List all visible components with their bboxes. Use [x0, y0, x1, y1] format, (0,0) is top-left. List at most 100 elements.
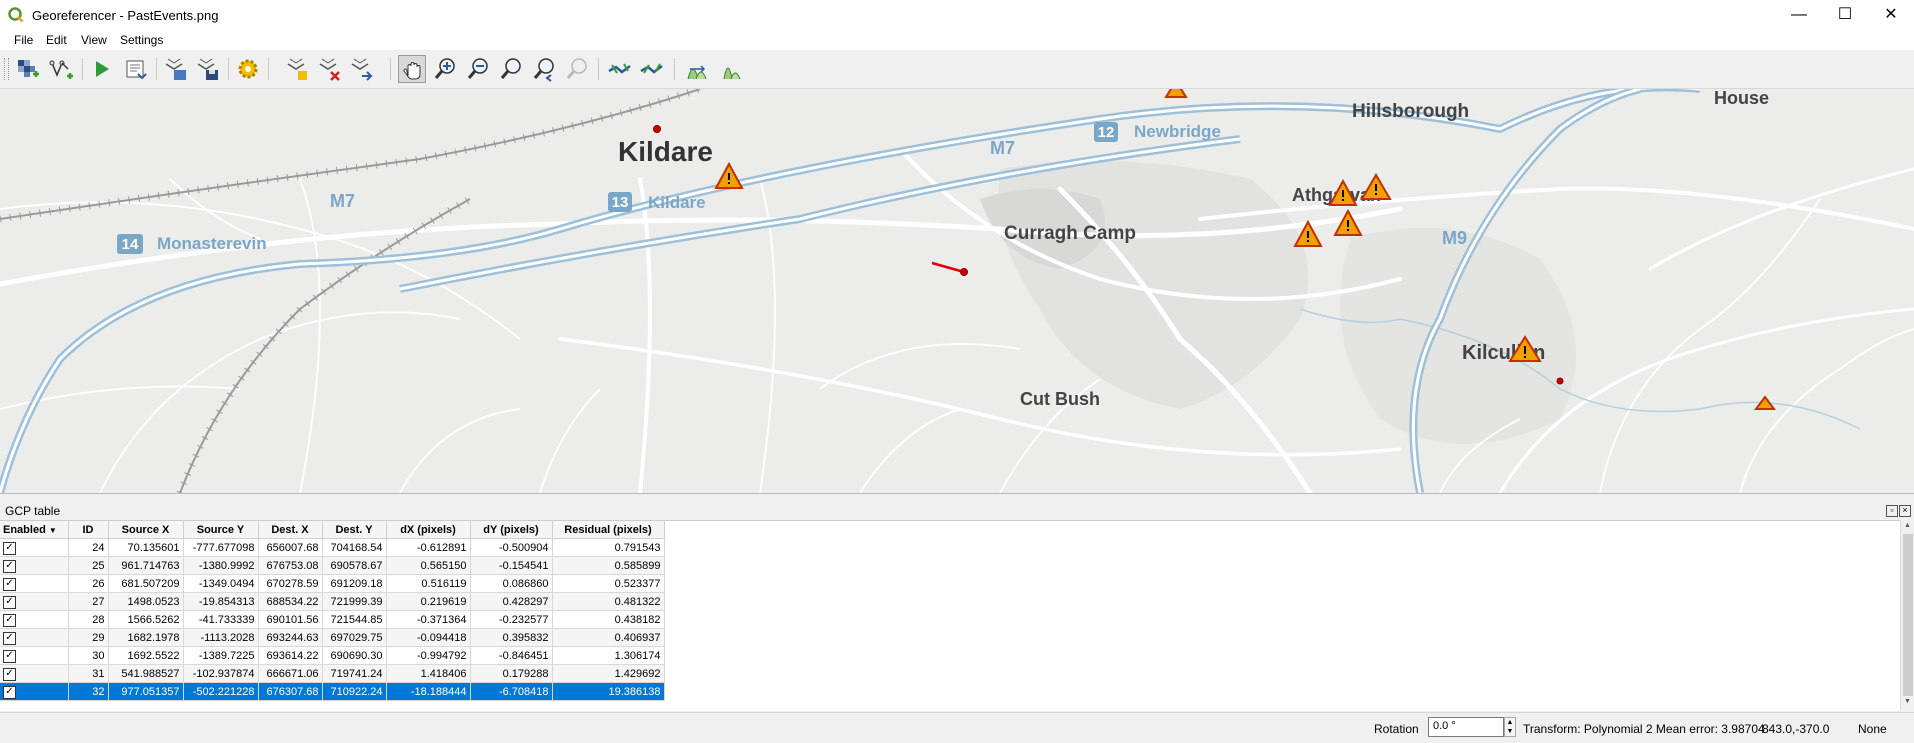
- column-header-enabled[interactable]: Enabled ▼: [0, 521, 69, 539]
- cell-dest-x[interactable]: 676307.68: [258, 682, 323, 701]
- cell-dest-y[interactable]: 697029.75: [322, 628, 387, 647]
- cell-dest-x[interactable]: 676753.08: [258, 556, 323, 575]
- minimize-button[interactable]: —: [1776, 0, 1822, 30]
- cell-source-x[interactable]: 961.714763: [108, 556, 184, 575]
- rotation-spinner[interactable]: ▲ ▼: [1504, 717, 1516, 737]
- cell-dx-pixels[interactable]: 0.219619: [386, 592, 471, 611]
- cell-id[interactable]: 27: [68, 592, 109, 611]
- pan-icon[interactable]: [398, 55, 426, 83]
- cell-dest-y[interactable]: 691209.18: [322, 574, 387, 593]
- cell-source-x[interactable]: 681.507209: [108, 574, 184, 593]
- enabled-checkbox[interactable]: ✓: [3, 649, 16, 663]
- table-row[interactable]: ✓ 24 70.135601 -777.677098 656007.68 704…: [0, 538, 665, 557]
- move-gcp-point-icon[interactable]: [348, 55, 376, 83]
- close-button[interactable]: ✕: [1868, 0, 1914, 30]
- cell-dest-x[interactable]: 666671.06: [258, 664, 323, 683]
- cell-id[interactable]: 25: [68, 556, 109, 575]
- cell-dx-pixels[interactable]: -0.094418: [386, 628, 471, 647]
- cell-residual[interactable]: 0.523377: [552, 574, 665, 593]
- link-qgis-to-georeferencer-icon[interactable]: [638, 55, 666, 83]
- enabled-checkbox[interactable]: ✓: [3, 631, 16, 645]
- cell-id[interactable]: 29: [68, 628, 109, 647]
- float-dock-icon[interactable]: ▫: [1886, 505, 1898, 517]
- cell-dy-pixels[interactable]: 0.086860: [470, 574, 553, 593]
- cell-dy-pixels[interactable]: 0.428297: [470, 592, 553, 611]
- cell-residual[interactable]: 0.438182: [552, 610, 665, 629]
- gcp-point-marker[interactable]: [960, 268, 968, 276]
- zoom-to-layer-icon[interactable]: [497, 55, 525, 83]
- table-row[interactable]: ✓ 31 541.988527 -102.937874 666671.06 71…: [0, 664, 665, 683]
- cell-residual[interactable]: 0.481322: [552, 592, 665, 611]
- scrollbar-thumb[interactable]: [1903, 534, 1913, 696]
- cell-source-x[interactable]: 977.051357: [108, 682, 184, 701]
- menu-settings[interactable]: Settings: [120, 33, 163, 47]
- map-canvas[interactable]: 13 12 14 Kildare Kildare Newbridge Monas…: [0, 89, 1914, 494]
- cell-dy-pixels[interactable]: -0.846451: [470, 646, 553, 665]
- column-header-dy[interactable]: dY (pixels): [470, 521, 553, 539]
- column-header-dx[interactable]: dX (pixels): [386, 521, 471, 539]
- save-gcp-points-icon[interactable]: [194, 55, 222, 83]
- cell-dy-pixels[interactable]: -0.500904: [470, 538, 553, 557]
- column-header-source-y[interactable]: Source Y: [183, 521, 259, 539]
- table-row[interactable]: ✓ 28 1566.5262 -41.733339 690101.56 7215…: [0, 610, 665, 629]
- enabled-checkbox[interactable]: ✓: [3, 685, 16, 699]
- column-header-dest-x[interactable]: Dest. X: [258, 521, 323, 539]
- cell-source-y[interactable]: -1349.0494: [183, 574, 259, 593]
- gcp-point-marker[interactable]: [653, 125, 661, 133]
- cell-dest-x[interactable]: 693244.63: [258, 628, 323, 647]
- cell-id[interactable]: 28: [68, 610, 109, 629]
- enabled-checkbox[interactable]: ✓: [3, 613, 16, 627]
- enabled-checkbox[interactable]: ✓: [3, 559, 16, 573]
- cell-source-y[interactable]: -41.733339: [183, 610, 259, 629]
- column-header-residual[interactable]: Residual (pixels): [552, 521, 665, 539]
- local-histogram-stretch-icon[interactable]: [718, 55, 746, 83]
- cell-dx-pixels[interactable]: -0.612891: [386, 538, 471, 557]
- gcp-point-marker[interactable]: [1556, 377, 1564, 385]
- cell-source-y[interactable]: -1389.7225: [183, 646, 259, 665]
- delete-point-icon[interactable]: [316, 55, 344, 83]
- cell-dy-pixels[interactable]: 0.179288: [470, 664, 553, 683]
- zoom-next-icon[interactable]: [563, 55, 591, 83]
- cell-dy-pixels[interactable]: -0.232577: [470, 610, 553, 629]
- column-header-source-x[interactable]: Source X: [108, 521, 184, 539]
- open-vector-icon[interactable]: [48, 55, 76, 83]
- cell-residual[interactable]: 19.386138: [552, 682, 665, 701]
- cell-dest-y[interactable]: 721999.39: [322, 592, 387, 611]
- cell-source-y[interactable]: -777.677098: [183, 538, 259, 557]
- cell-dest-y[interactable]: 690578.67: [322, 556, 387, 575]
- zoom-out-icon[interactable]: [464, 55, 492, 83]
- close-dock-icon[interactable]: ×: [1899, 505, 1911, 517]
- cell-residual[interactable]: 0.406937: [552, 628, 665, 647]
- enabled-checkbox[interactable]: ✓: [3, 667, 16, 681]
- cell-dest-y[interactable]: 719741.24: [322, 664, 387, 683]
- cell-dest-x[interactable]: 690101.56: [258, 610, 323, 629]
- table-row[interactable]: ✓ 27 1498.0523 -19.854313 688534.22 7219…: [0, 592, 665, 611]
- enabled-checkbox[interactable]: ✓: [3, 595, 16, 609]
- maximize-button[interactable]: ☐: [1822, 0, 1868, 30]
- cell-dx-pixels[interactable]: -0.994792: [386, 646, 471, 665]
- cell-residual[interactable]: 1.429692: [552, 664, 665, 683]
- cell-source-x[interactable]: 541.988527: [108, 664, 184, 683]
- cell-dy-pixels[interactable]: -6.708418: [470, 682, 553, 701]
- table-row[interactable]: ✓ 25 961.714763 -1380.9992 676753.08 690…: [0, 556, 665, 575]
- cell-dest-x[interactable]: 688534.22: [258, 592, 323, 611]
- cell-dy-pixels[interactable]: 0.395832: [470, 628, 553, 647]
- menu-edit[interactable]: Edit: [46, 33, 67, 47]
- menu-view[interactable]: View: [81, 33, 107, 47]
- table-row[interactable]: ✓ 30 1692.5522 -1389.7225 693614.22 6906…: [0, 646, 665, 665]
- cell-source-x[interactable]: 1692.5522: [108, 646, 184, 665]
- gcp-table[interactable]: Enabled ▼ ID Source X Source Y Dest. X D…: [0, 520, 1900, 711]
- cell-residual[interactable]: 1.306174: [552, 646, 665, 665]
- full-histogram-stretch-icon[interactable]: [684, 55, 712, 83]
- cell-source-y[interactable]: -1113.2028: [183, 628, 259, 647]
- generate-gdal-script-icon[interactable]: [122, 55, 150, 83]
- cell-dest-x[interactable]: 670278.59: [258, 574, 323, 593]
- cell-dest-x[interactable]: 693614.22: [258, 646, 323, 665]
- cell-source-y[interactable]: -102.937874: [183, 664, 259, 683]
- table-row-selected[interactable]: ✓ 32 977.051357 -502.221228 676307.68 71…: [0, 682, 665, 701]
- cell-source-x[interactable]: 70.135601: [108, 538, 184, 557]
- warning-marker-icon[interactable]: [1164, 89, 1188, 98]
- table-row[interactable]: ✓ 29 1682.1978 -1113.2028 693244.63 6970…: [0, 628, 665, 647]
- cell-id[interactable]: 26: [68, 574, 109, 593]
- cell-residual[interactable]: 0.791543: [552, 538, 665, 557]
